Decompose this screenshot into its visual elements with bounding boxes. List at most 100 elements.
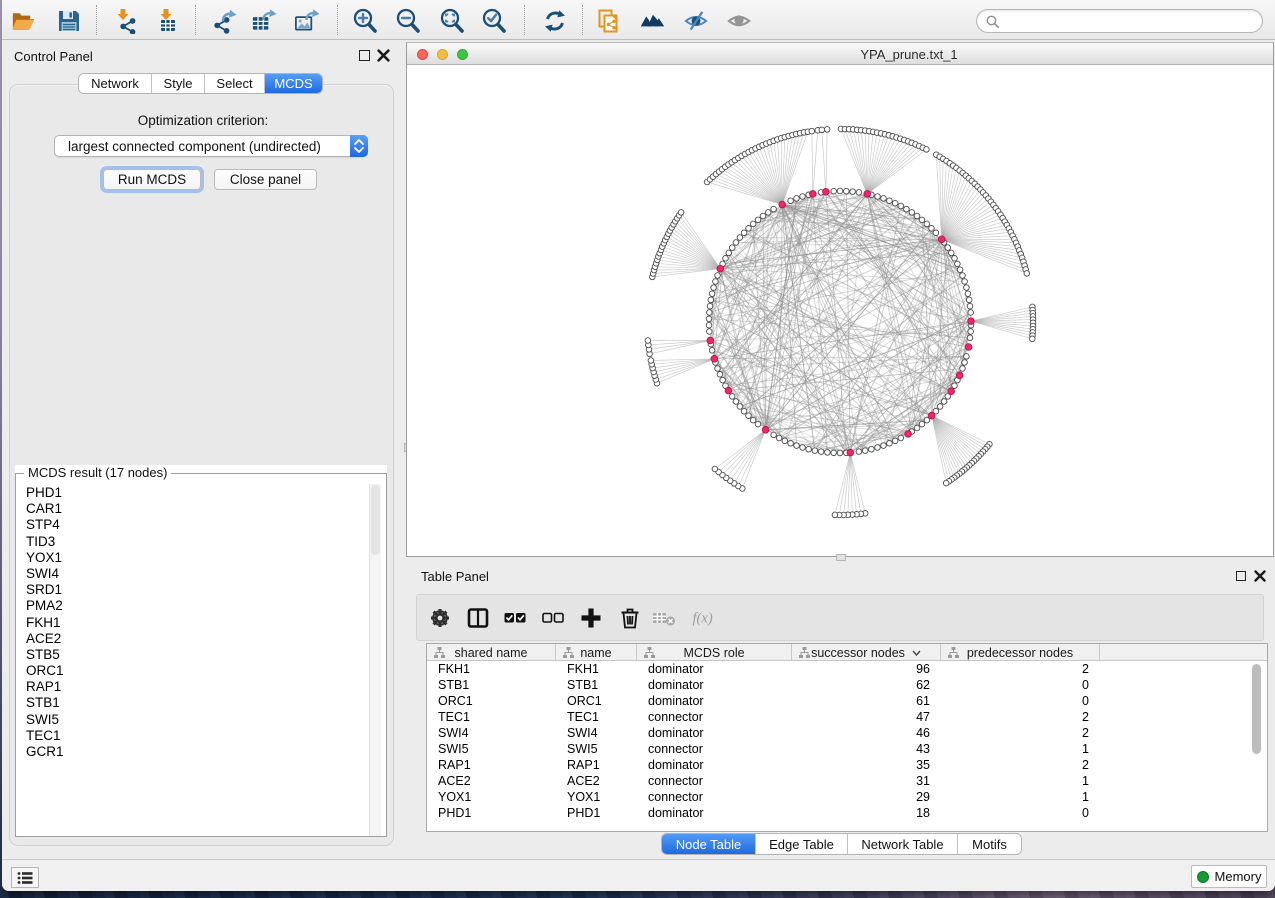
cell-predecessors[interactable]: 1	[941, 790, 1100, 806]
graph-leaf-node[interactable]	[648, 358, 654, 364]
task-history-button[interactable]	[11, 867, 39, 888]
cell-predecessors[interactable]: 2	[941, 662, 1100, 678]
mcds-list-scrollbar[interactable]	[369, 484, 381, 836]
search-network-icon[interactable]	[639, 7, 666, 34]
cell-role[interactable]: dominator	[637, 758, 792, 774]
graph-node[interactable]	[707, 329, 713, 335]
tab-network[interactable]: Network	[79, 74, 152, 93]
tab-edge-table[interactable]: Edge Table	[756, 834, 848, 854]
graph-leaf-node[interactable]	[1030, 336, 1036, 342]
cell-name[interactable]: SWI5	[556, 742, 637, 758]
graph-node[interactable]	[952, 383, 958, 389]
zoom-selected-icon[interactable]	[480, 7, 507, 34]
table-row[interactable]: STB1STB1dominator620	[427, 678, 1267, 694]
graph-hub-node[interactable]	[717, 265, 724, 272]
graph-node[interactable]	[737, 404, 743, 410]
export-table-icon[interactable]	[250, 7, 277, 34]
graph-node[interactable]	[967, 303, 973, 309]
graph-node[interactable]	[760, 213, 766, 219]
float-panel-icon[interactable]	[1236, 571, 1246, 581]
graph-node[interactable]	[831, 450, 837, 456]
mcds-node-item[interactable]: STB5	[26, 647, 366, 663]
graph-hub-node[interactable]	[948, 388, 955, 395]
graph-node[interactable]	[929, 226, 935, 232]
cell-name[interactable]: PHD1	[556, 806, 637, 822]
cell-name[interactable]: ORC1	[556, 694, 637, 710]
graph-leaf-node[interactable]	[832, 512, 838, 518]
graph-node[interactable]	[960, 273, 966, 279]
cell-role[interactable]: connector	[637, 774, 792, 790]
graph-node[interactable]	[875, 445, 881, 451]
close-panel-button[interactable]: Close panel	[214, 169, 317, 190]
graph-node[interactable]	[952, 256, 958, 262]
graph-node[interactable]	[941, 399, 947, 405]
graph-node[interactable]	[914, 213, 920, 219]
graph-hub-node[interactable]	[905, 431, 912, 438]
graph-hub-node[interactable]	[965, 344, 972, 351]
cell-shared_name[interactable]: SWI4	[427, 726, 556, 742]
graph-node[interactable]	[887, 441, 893, 447]
mcds-node-item[interactable]: YOX1	[26, 550, 366, 566]
graph-leaf-node[interactable]	[924, 147, 930, 153]
cell-name[interactable]: ACE2	[556, 774, 637, 790]
graph-node[interactable]	[904, 206, 910, 212]
splitter-grip[interactable]	[836, 554, 846, 561]
graph-node[interactable]	[707, 303, 713, 309]
graph-node[interactable]	[794, 196, 800, 202]
graph-node[interactable]	[771, 206, 777, 212]
mcds-node-item[interactable]: STB1	[26, 695, 366, 711]
tab-select[interactable]: Select	[205, 74, 265, 93]
graph-node[interactable]	[968, 310, 974, 316]
graph-node[interactable]	[837, 450, 843, 456]
search-input[interactable]	[976, 9, 1263, 33]
graph-node[interactable]	[964, 354, 970, 360]
graph-node[interactable]	[746, 413, 752, 419]
graph-node[interactable]	[850, 189, 856, 195]
column-header-predecessor-nodes[interactable]: predecessor nodes	[941, 644, 1100, 661]
graph-node[interactable]	[856, 449, 862, 455]
graph-node[interactable]	[715, 366, 721, 372]
graph-node[interactable]	[965, 291, 971, 297]
graph-node[interactable]	[875, 194, 881, 200]
graph-node[interactable]	[887, 198, 893, 204]
cell-successors[interactable]: 96	[792, 662, 941, 678]
import-network-icon[interactable]	[111, 7, 138, 34]
tab-motifs[interactable]: Motifs	[958, 834, 1021, 854]
graph-hub-node[interactable]	[847, 449, 854, 456]
graph-node[interactable]	[720, 377, 726, 383]
cell-name[interactable]: RAP1	[556, 758, 637, 774]
graph-leaf-node[interactable]	[712, 466, 718, 472]
mcds-node-item[interactable]: SRD1	[26, 582, 366, 598]
graph-node[interactable]	[909, 210, 915, 216]
mcds-node-item[interactable]: RAP1	[26, 679, 366, 695]
close-panel-icon[interactable]	[377, 49, 390, 62]
cell-successors[interactable]: 35	[792, 758, 941, 774]
cell-role[interactable]: dominator	[637, 806, 792, 822]
mcds-node-item[interactable]: SWI5	[26, 712, 366, 728]
cell-predecessors[interactable]: 0	[941, 694, 1100, 710]
graph-node[interactable]	[881, 443, 887, 449]
graph-hub-node[interactable]	[762, 427, 769, 434]
graph-node[interactable]	[818, 449, 824, 455]
graph-node[interactable]	[960, 366, 966, 372]
graph-node[interactable]	[869, 446, 875, 452]
memory-button[interactable]: Memory	[1191, 865, 1267, 888]
zoom-out-icon[interactable]	[394, 7, 421, 34]
cell-shared_name[interactable]: TEC1	[427, 710, 556, 726]
graph-node[interactable]	[771, 432, 777, 438]
graph-node[interactable]	[741, 230, 747, 236]
cell-successors[interactable]: 29	[792, 790, 941, 806]
graph-node[interactable]	[706, 322, 712, 328]
run-mcds-button[interactable]: Run MCDS	[103, 169, 201, 190]
graph-node[interactable]	[949, 250, 955, 256]
graph-hub-node[interactable]	[779, 201, 786, 208]
zoom-in-icon[interactable]	[351, 7, 378, 34]
cell-shared_name[interactable]: STB1	[427, 678, 556, 694]
cell-successors[interactable]: 47	[792, 710, 941, 726]
graph-node[interactable]	[898, 203, 904, 209]
cell-name[interactable]: YOX1	[556, 790, 637, 806]
cell-role[interactable]: dominator	[637, 694, 792, 710]
graph-node[interactable]	[957, 267, 963, 273]
tab-mcds[interactable]: MCDS	[265, 74, 322, 93]
mcds-result-list[interactable]: PHD1CAR1STP4TID3YOX1SWI4SRD1PMA2FKH1ACE2…	[26, 485, 366, 760]
